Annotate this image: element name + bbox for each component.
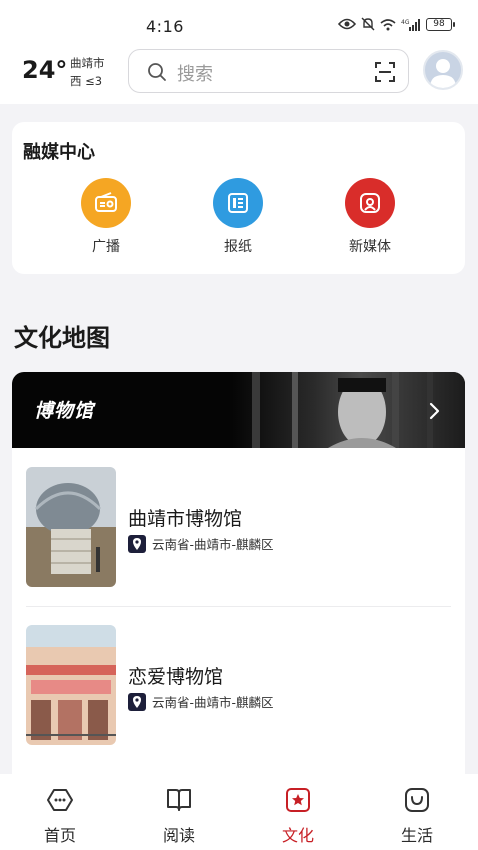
culture-icon <box>286 788 310 812</box>
museum-banner[interactable]: 博物馆 <box>12 372 465 448</box>
media-center-card: 融媒中心 广播 报纸 新媒体 <box>12 122 465 274</box>
tab-culture[interactable]: 文化 <box>258 786 338 846</box>
mute-bell-icon <box>361 17 375 31</box>
network-label: 4G <box>401 19 410 26</box>
home-icon <box>47 789 73 811</box>
media-label-newspaper: 报纸 <box>224 239 252 255</box>
museum-location: 云南省-曲靖市-麒麟区 <box>128 692 274 711</box>
scan-icon[interactable] <box>374 61 396 83</box>
museum-name: 恋爱博物馆 <box>128 666 224 688</box>
museum-list-item[interactable]: 曲靖市博物馆 云南省-曲靖市-麒麟区 <box>12 462 465 602</box>
media-label-radio: 广播 <box>92 239 120 255</box>
chevron-right-icon[interactable] <box>427 402 441 420</box>
signal-icon: 4G <box>401 18 420 31</box>
location-pin-icon <box>128 534 146 553</box>
media-item-new-media[interactable]: 新媒体 <box>330 178 410 256</box>
media-item-newspaper[interactable]: 报纸 <box>198 178 278 256</box>
weather-temperature[interactable]: 24° <box>22 56 67 84</box>
tab-label-life: 生活 <box>400 826 433 845</box>
museum-location: 云南省-曲靖市-麒麟区 <box>128 534 274 553</box>
eye-icon <box>338 18 356 30</box>
top-header: 4:16 4G 98 24° 曲靖市 西 ≤3 搜索 <box>0 0 478 104</box>
banner-title: 博物馆 <box>34 400 95 422</box>
tab-label-home: 首页 <box>43 826 76 845</box>
bottom-tab-bar: 首页 阅读 文化 生活 <box>0 774 478 850</box>
museum-list-item[interactable]: 恋爱博物馆 云南省-曲靖市-麒麟区 <box>12 620 465 760</box>
culture-map-card: 博物馆 曲靖市博物馆 云南省-曲靖市-麒麟区 恋爱博物馆 云南省-曲靖市-麒麟区 <box>12 372 465 792</box>
status-bar: 4:16 4G 98 <box>0 0 478 40</box>
newspaper-icon <box>213 178 263 228</box>
search-icon <box>148 63 166 81</box>
search-bar[interactable]: 搜索 <box>128 49 409 93</box>
museum-thumbnail <box>26 625 116 745</box>
tab-label-culture: 文化 <box>281 826 314 845</box>
status-icons: 4G 98 <box>338 17 455 31</box>
divider <box>26 606 451 607</box>
tab-home[interactable]: 首页 <box>20 786 100 846</box>
status-time: 4:16 <box>146 17 184 36</box>
museum-name: 曲靖市博物馆 <box>128 508 243 530</box>
avatar[interactable] <box>423 50 463 90</box>
tab-life[interactable]: 生活 <box>377 786 457 846</box>
wifi-icon <box>380 18 396 30</box>
weather-city[interactable]: 曲靖市 <box>70 55 105 71</box>
media-label-new-media: 新媒体 <box>349 239 391 255</box>
culture-map-title: 文化地图 <box>14 324 110 352</box>
weather-wind[interactable]: 西 ≤3 <box>70 73 102 89</box>
museum-location-text: 云南省-曲靖市-麒麟区 <box>152 537 274 552</box>
tab-read[interactable]: 阅读 <box>139 786 219 846</box>
battery-icon: 98 <box>426 17 455 31</box>
museum-thumbnail <box>26 467 116 587</box>
user-icon <box>430 59 456 88</box>
life-icon <box>405 788 429 812</box>
tab-label-read: 阅读 <box>162 826 195 845</box>
book-icon <box>167 789 191 811</box>
new-media-icon <box>345 178 395 228</box>
media-item-radio[interactable]: 广播 <box>66 178 146 256</box>
media-center-title: 融媒中心 <box>23 142 95 163</box>
museum-location-text: 云南省-曲靖市-麒麟区 <box>152 695 274 710</box>
search-input[interactable]: 搜索 <box>177 60 213 86</box>
radio-icon <box>81 178 131 228</box>
location-pin-icon <box>128 692 146 711</box>
